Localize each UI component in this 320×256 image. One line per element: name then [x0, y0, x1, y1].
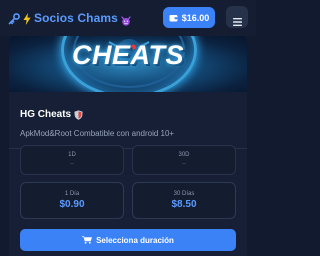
- balance-label: $16.00: [181, 12, 210, 23]
- product-title-row: HG Cheats: [20, 109, 83, 120]
- duration-option-30d[interactable]: 30D --: [132, 145, 236, 175]
- product-banner: CHEATS: [9, 36, 247, 92]
- cart-icon: [82, 236, 92, 244]
- wallet-icon: [169, 14, 178, 22]
- duration-option-1d[interactable]: 1D --: [20, 145, 124, 175]
- lightning-icon: [23, 12, 31, 25]
- banner-text: CHEATS: [71, 40, 184, 70]
- product-card: CHEATS HG Cheats ApkMod&Root Combatible …: [9, 36, 247, 256]
- menu-button[interactable]: [226, 6, 248, 28]
- key-icon: [8, 12, 20, 25]
- balance-button[interactable]: $16.00: [163, 7, 215, 28]
- devil-icon: [121, 13, 131, 26]
- product-description: ApkMod&Root Combatible con android 10+: [20, 129, 175, 138]
- cta-label: Selecciona duración: [96, 235, 174, 245]
- app-page: Socios Chams $16.00 CHEATS HG Cheats Apk…: [0, 0, 256, 256]
- brand[interactable]: Socios Chams: [8, 11, 131, 26]
- top-header: Socios Chams $16.00: [0, 0, 256, 36]
- duration-value: --: [182, 161, 186, 167]
- product-title: HG Cheats: [20, 109, 72, 120]
- hamburger-menu-icon: [232, 13, 242, 26]
- select-duration-button[interactable]: Selecciona duración: [20, 229, 236, 251]
- price-amount: $8.50: [171, 199, 197, 210]
- price-option-30-days[interactable]: 30 Días $8.50: [132, 182, 236, 219]
- brand-title: Socios Chams: [34, 11, 118, 25]
- shield-icon: [74, 109, 83, 120]
- price-amount: $0.90: [59, 199, 85, 210]
- price-option-1-day[interactable]: 1 Día $0.90: [20, 182, 124, 219]
- price-days: 1 Día: [64, 191, 80, 197]
- duration-label: 30D: [178, 152, 190, 158]
- duration-label: 1D: [68, 152, 76, 158]
- price-days: 30 Días: [173, 191, 195, 197]
- duration-value: --: [70, 161, 74, 167]
